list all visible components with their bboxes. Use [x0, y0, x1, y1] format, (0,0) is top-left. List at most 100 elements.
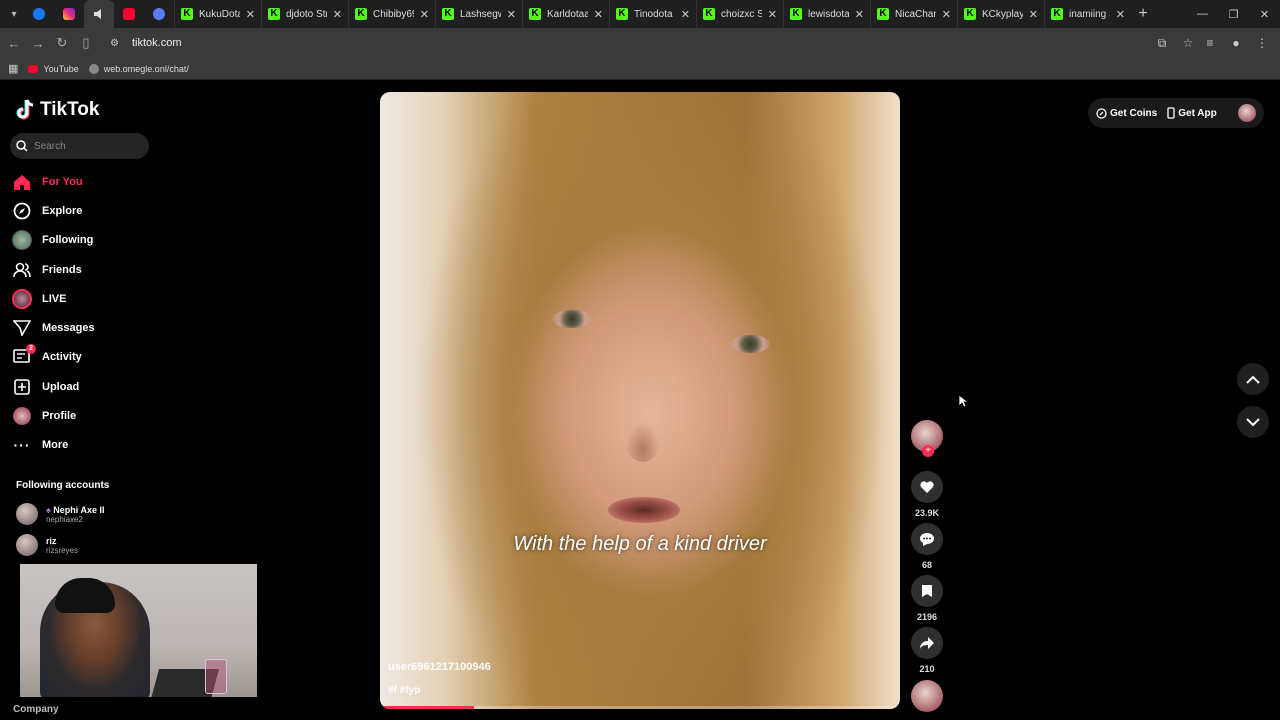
profile-avatar-icon[interactable]: ● [1224, 31, 1248, 55]
close-icon[interactable]: ✕ [855, 8, 864, 21]
tab-title: Lashsegway [460, 8, 501, 20]
url-text[interactable]: tiktok.com [132, 37, 182, 49]
nav-item-more[interactable]: ··· More [12, 431, 95, 460]
browser-tab[interactable]: Kdjdoto Stream ✕ [261, 0, 348, 28]
previous-video-button[interactable] [1237, 363, 1269, 395]
close-icon[interactable]: ✕ [333, 8, 342, 21]
tab-title: lewisdotaa [808, 8, 849, 20]
video-player[interactable]: With the help of a kind driver user69612… [380, 92, 900, 709]
browser-tab[interactable]: K Karldotaa ✕ [522, 0, 609, 28]
following-avatar-icon [12, 230, 32, 251]
browser-tab[interactable]: K KukuDota2 ✕ [174, 0, 261, 28]
nav-item-for-you[interactable]: For You [12, 167, 95, 196]
kick-icon: K [703, 8, 715, 20]
compass-icon [12, 201, 32, 221]
browser-tab[interactable]: K Tinodota Stream ✕ [609, 0, 696, 28]
video-frame-mouth [608, 497, 680, 523]
browser-tab[interactable]: K KCkyplays ✕ [957, 0, 1044, 28]
close-icon[interactable]: ✕ [942, 8, 951, 21]
video-progress-bar[interactable] [380, 706, 900, 709]
nav-label: Profile [42, 410, 77, 423]
site-info-icon[interactable]: ⚙ [110, 38, 126, 49]
tab-title: inamiing Stream [1069, 8, 1110, 20]
nav-item-live[interactable]: LIVE [12, 284, 95, 313]
save-button[interactable] [911, 575, 943, 607]
nav-label: For You [42, 175, 83, 188]
video-hashtags[interactable]: #f #fyp [388, 685, 420, 696]
pinned-tab-youtube[interactable] [114, 0, 144, 28]
forward-button[interactable]: → [26, 31, 50, 55]
bookmark-label: web.omegle.onl/chat/ [103, 63, 189, 74]
nav-item-friends[interactable]: Friends [12, 255, 95, 284]
kick-icon: K [268, 8, 280, 20]
nav-item-profile[interactable]: Profile [12, 401, 95, 430]
close-icon[interactable]: ✕ [420, 8, 429, 21]
pinned-tab-tiktok-active[interactable] [84, 0, 114, 28]
browser-tab[interactable]: K Lashsegway ✕ [435, 0, 522, 28]
close-window-button[interactable]: ✕ [1249, 0, 1280, 28]
dota-emblem-icon: ♠ [46, 504, 51, 515]
mouse-cursor-icon [958, 394, 968, 408]
minimize-button[interactable]: — [1187, 0, 1218, 28]
tab-search-icon[interactable]: ▾ [4, 4, 24, 24]
omnibox[interactable]: ⚙ tiktok.com [104, 31, 1204, 55]
get-coins-button[interactable]: Get Coins [1096, 108, 1157, 119]
nav-item-upload[interactable]: Upload [12, 372, 95, 401]
pinned-tab-instagram[interactable] [54, 0, 84, 28]
close-icon[interactable]: ✕ [507, 8, 516, 21]
browser-tab[interactable]: K NicaChane ✕ [870, 0, 957, 28]
close-icon[interactable]: ✕ [1029, 8, 1038, 21]
close-icon[interactable]: ✕ [681, 8, 690, 21]
share-button[interactable] [911, 627, 943, 659]
tiktok-logo[interactable]: TikTok [16, 99, 99, 121]
footer-company-link[interactable]: Company [13, 704, 59, 715]
bookmark-omegle[interactable]: web.omegle.onl/chat/ [88, 63, 189, 74]
following-account[interactable]: riz rizsreyes [16, 534, 78, 556]
reload-button[interactable]: ↻ [50, 31, 74, 55]
back-button[interactable]: ← [2, 31, 26, 55]
split-view-button[interactable]: ▯ [74, 31, 98, 55]
creator-avatar[interactable]: + [911, 420, 943, 457]
browser-tab[interactable]: Klewisdotaa ✕ [783, 0, 870, 28]
video-username[interactable]: user6961217100946 [388, 661, 491, 673]
globe-icon [88, 63, 99, 74]
tab-title: Tinodota Stream [634, 8, 675, 20]
nav-item-activity[interactable]: 2 Activity [12, 343, 95, 372]
restore-button[interactable]: ❐ [1218, 0, 1249, 28]
video-subtitle: With the help of a kind driver [513, 533, 767, 555]
like-button[interactable] [911, 471, 943, 503]
media-control-icon[interactable]: ≡ [1198, 31, 1222, 55]
pinned-tab-facebook[interactable] [24, 0, 54, 28]
kick-icon: K [181, 8, 193, 20]
tab-title: Chibiby69 [373, 8, 414, 20]
new-tab-button[interactable]: + [1131, 5, 1155, 23]
pinned-tab-chatgpt[interactable] [144, 0, 174, 28]
nav-item-messages[interactable]: Messages [12, 313, 95, 342]
browser-tab[interactable]: Kinamiing Stream ✕ [1044, 0, 1131, 28]
nav-item-following[interactable]: Following [12, 226, 95, 255]
following-account[interactable]: ♠ Nephi Axe II nephiaxe2 [16, 503, 104, 525]
next-video-button[interactable] [1237, 406, 1269, 438]
close-icon[interactable]: ✕ [1116, 8, 1125, 21]
speaker-icon [94, 9, 101, 19]
close-icon[interactable]: ✕ [768, 8, 777, 21]
account-avatar [16, 534, 38, 556]
follow-plus-icon[interactable]: + [922, 445, 934, 457]
get-app-button[interactable]: Get App [1167, 107, 1217, 119]
user-avatar[interactable] [1238, 104, 1256, 122]
browser-tab[interactable]: K Chibiby69 ✕ [348, 0, 435, 28]
nav-item-explore[interactable]: Explore [12, 196, 95, 225]
comment-button[interactable] [911, 523, 943, 555]
music-disc-avatar[interactable] [911, 680, 943, 712]
bookmark-star-icon[interactable]: ☆ [1176, 31, 1200, 55]
install-app-icon[interactable]: ⧉ [1150, 31, 1174, 55]
search-input[interactable]: Search [10, 133, 149, 159]
apps-grid-icon[interactable]: ▦ [8, 62, 18, 75]
browser-tab[interactable]: Kchoizxc Stream ✕ [696, 0, 783, 28]
menu-kebab-icon[interactable]: ⋮ [1250, 31, 1274, 55]
window-controls: — ❐ ✕ [1187, 0, 1280, 28]
bookmark-youtube[interactable]: YouTube [28, 64, 79, 74]
bookmarks-bar: ▦ YouTube web.omegle.onl/chat/ [0, 58, 1280, 80]
close-icon[interactable]: ✕ [594, 8, 603, 21]
close-icon[interactable]: ✕ [246, 8, 255, 21]
